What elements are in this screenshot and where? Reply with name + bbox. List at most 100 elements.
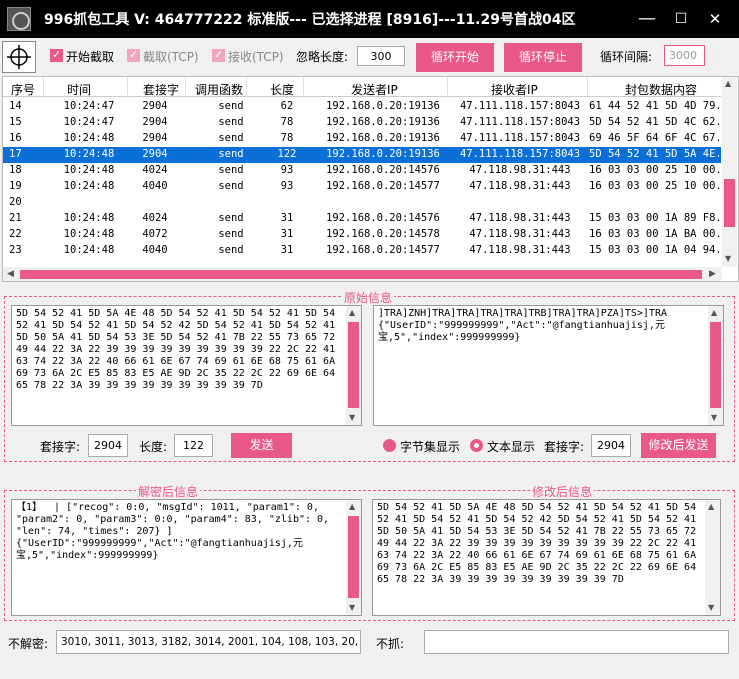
table-cell: 61 44 52 41 5D 4D 79... (589, 100, 719, 112)
table-cell: send (218, 212, 244, 224)
table-row[interactable]: 19 10:24:48 4040 send 93 192.168.0.20:14577 47… (3, 179, 721, 195)
column-divider[interactable] (185, 77, 186, 95)
table-row[interactable]: 20 (3, 195, 721, 211)
loop-interval-input[interactable]: 3000 (664, 45, 705, 66)
no-decrypt-input[interactable]: 3010, 3011, 3013, 3182, 3014, 2001, 104,… (56, 630, 361, 654)
column-header[interactable]: 套接字 (143, 81, 179, 98)
decrypted-textbox[interactable]: 【1】 | ["recog": 0:0, "msgId": 1011, "par… (11, 499, 362, 616)
table-cell: send (218, 132, 244, 144)
table-cell: 93 (280, 180, 294, 192)
column-header[interactable]: 调用函数 (195, 81, 243, 98)
table-cell: 47.111.118.157:8043 (459, 132, 581, 144)
table-cell: 16 03 03 00 1A BA 00... (589, 228, 719, 240)
table-cell: 14 (9, 100, 22, 112)
original-info-title: 原始信息 (342, 289, 395, 306)
no-capture-input[interactable] (424, 630, 729, 654)
table-cell: 47.118.98.31:443 (469, 212, 571, 224)
table-cell: 10:24:47 (63, 100, 115, 112)
table-header: 序号 时间 套接字 调用函数 长度 发送者IP 接收者IP 封包数据内容 (3, 77, 721, 97)
column-divider[interactable] (43, 77, 44, 95)
original-hex-scrollbar[interactable]: ▲ ▼ (346, 306, 361, 425)
table-cell: 69 46 5F 64 6F 4C 67... (589, 132, 719, 144)
original-hex-textbox[interactable]: 5D 54 52 41 5D 5A 4E 48 5D 54 52 41 5D 5… (11, 305, 362, 426)
table-cell: 78 (280, 116, 294, 128)
loop-stop-button[interactable]: 循环停止 (504, 43, 582, 72)
table-cell: 78 (280, 132, 294, 144)
text-display-radio[interactable] (470, 439, 483, 452)
socket2-label: 套接字: (544, 440, 585, 454)
minimize-button[interactable]: — (636, 8, 658, 30)
maximize-button[interactable]: ☐ (670, 8, 692, 30)
table-horizontal-scrollbar[interactable]: ◀ ▶ (3, 267, 722, 281)
packet-table: 序号 时间 套接字 调用函数 长度 发送者IP 接收者IP 封包数据内容 14 10:24:47… (2, 76, 739, 282)
send-button[interactable]: 发送 (231, 433, 292, 458)
table-cell: 10:24:47 (63, 116, 115, 128)
column-header[interactable]: 接收者IP (491, 81, 538, 98)
table-cell: 31 (280, 244, 294, 256)
table-cell: 47.111.118.157:8043 (459, 148, 581, 160)
table-cell: 16 03 03 00 25 10 00... (589, 164, 719, 176)
table-cell: 15 03 03 00 1A 89 F8... (589, 212, 719, 224)
ignore-length-input[interactable]: 300 (357, 46, 405, 66)
column-header[interactable]: 时间 (67, 81, 91, 98)
table-cell: 4024 (142, 164, 168, 176)
window-title: 996抓包工具 V: 464777222 标准版--- 已选择进程 [8916]… (44, 12, 576, 28)
length-input[interactable]: 122 (174, 434, 213, 457)
socket-label: 套接字: (40, 440, 81, 454)
modify-send-button[interactable]: 修改后发送 (641, 433, 716, 458)
table-vertical-scrollbar[interactable]: ▲ ▼ (722, 77, 737, 267)
table-cell: 15 03 03 00 1A 04 94... (589, 244, 719, 256)
modified-hex-scrollbar[interactable]: ▲ ▼ (705, 500, 720, 615)
process-picker-crosshair-icon[interactable] (2, 41, 36, 73)
table-cell: 192.168.0.20:19136 (326, 100, 440, 112)
capture-tcp-checkbox[interactable] (127, 48, 140, 62)
table-cell: 93 (280, 164, 294, 176)
table-cell: 4024 (142, 212, 168, 224)
column-header[interactable]: 封包数据内容 (625, 81, 697, 98)
table-cell: 4040 (142, 244, 168, 256)
table-cell: 192.168.0.20:14576 (326, 164, 440, 176)
table-cell: 47.111.118.157:8043 (459, 116, 581, 128)
table-cell: 5D 54 52 41 5D 5A 4E... (589, 148, 719, 160)
table-row[interactable]: 22 10:24:48 4072 send 31 192.168.0.20:14578 47… (3, 227, 721, 243)
table-row[interactable]: 14 10:24:47 2904 send 62 192.168.0.20:19136 47… (3, 99, 721, 115)
receive-tcp-label: 接收(TCP) (228, 50, 284, 64)
table-cell: send (218, 116, 244, 128)
modified-hex-textbox[interactable]: 5D 54 52 41 5D 5A 4E 48 5D 54 52 41 5D 5… (372, 499, 721, 616)
byteset-display-radio[interactable] (383, 439, 396, 452)
column-divider[interactable] (303, 77, 304, 95)
table-cell: 10:24:48 (63, 164, 115, 176)
no-capture-label: 不抓: (376, 637, 405, 651)
column-header[interactable]: 长度 (270, 81, 294, 98)
socket2-input[interactable]: 2904 (591, 434, 631, 457)
column-divider[interactable] (447, 77, 448, 95)
column-divider[interactable] (127, 77, 128, 95)
app-icon (7, 7, 31, 31)
decrypted-info-title: 解密后信息 (136, 483, 201, 500)
table-row[interactable]: 18 10:24:48 4024 send 93 192.168.0.20:14576 47… (3, 163, 721, 179)
table-row[interactable]: 17 10:24:48 2904 send 122 192.168.0.20:19136 4… (3, 147, 721, 163)
table-row[interactable]: 15 10:24:47 2904 send 78 192.168.0.20:19136 47… (3, 115, 721, 131)
table-row[interactable]: 23 10:24:48 4040 send 31 192.168.0.20:14577 47… (3, 243, 721, 259)
socket-input[interactable]: 2904 (88, 434, 128, 457)
table-cell: 47.118.98.31:443 (469, 244, 571, 256)
close-button[interactable]: ✕ (704, 8, 726, 30)
column-divider[interactable] (587, 77, 588, 95)
table-cell: 31 (280, 228, 294, 240)
loop-start-button[interactable]: 循环开始 (416, 43, 494, 72)
receive-tcp-checkbox[interactable] (212, 48, 225, 62)
table-cell: 17 (9, 148, 22, 160)
table-cell: send (218, 244, 244, 256)
column-divider[interactable] (246, 77, 247, 95)
length-label: 长度: (139, 440, 168, 454)
decrypted-scrollbar[interactable]: ▲ ▼ (346, 500, 361, 615)
column-header[interactable]: 序号 (11, 81, 35, 98)
table-row[interactable]: 16 10:24:48 2904 send 78 192.168.0.20:19136 47… (3, 131, 721, 147)
table-cell: 192.168.0.20:14578 (326, 228, 440, 240)
column-header[interactable]: 发送者IP (351, 81, 398, 98)
original-text-scrollbar[interactable]: ▲ ▼ (708, 306, 723, 425)
table-row[interactable]: 21 10:24:48 4024 send 31 192.168.0.20:14576 47… (3, 211, 721, 227)
original-text-textbox[interactable]: ]TRA]ZNH]TRA]TRA]TRA]TRA]TRB]TRA]TRA]PZA… (373, 305, 724, 426)
start-capture-checkbox[interactable] (50, 48, 63, 62)
table-cell: 5D 54 52 41 5D 4C 62... (589, 116, 719, 128)
